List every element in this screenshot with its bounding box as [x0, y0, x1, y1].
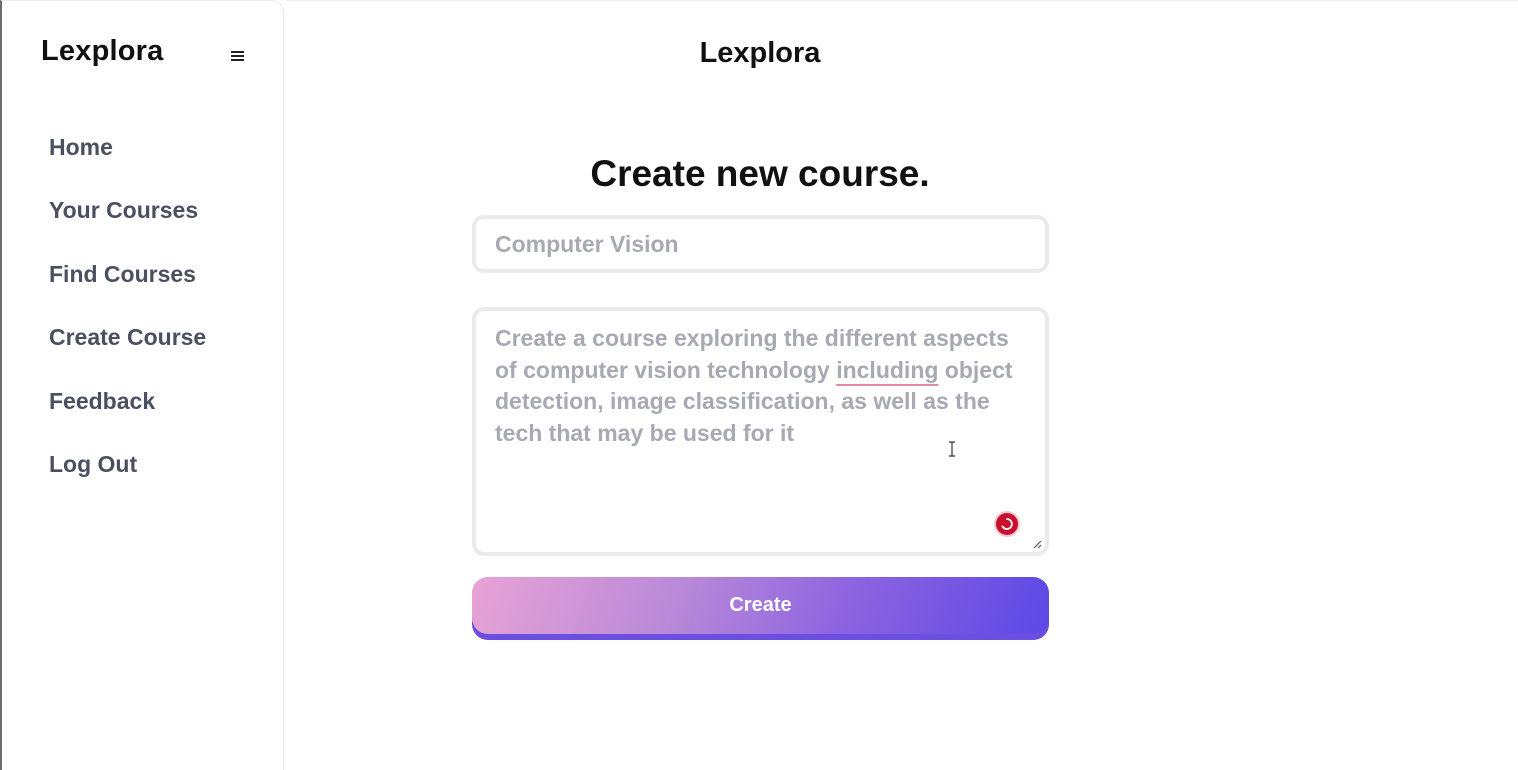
course-description-text: Create a course exploring the different … — [495, 325, 1013, 446]
sidebar-item-find-courses[interactable]: Find Courses — [49, 256, 206, 319]
form-heading: Create new course. — [590, 153, 930, 194]
app-window: Lexplora Home Your Courses Find Courses … — [0, 0, 1518, 770]
page-title: Lexplora — [699, 37, 821, 69]
main-content: Lexplora Create new course. Computer Vis… — [285, 0, 1518, 770]
sidebar-brand: Lexplora — [41, 35, 164, 67]
resize-handle-icon[interactable] — [1032, 539, 1042, 549]
sidebar-item-feedback[interactable]: Feedback — [49, 383, 206, 446]
course-title-placeholder: Computer Vision — [495, 231, 679, 257]
sidebar-item-your-courses[interactable]: Your Courses — [49, 192, 206, 255]
course-description-textarea[interactable]: Create a course exploring the different … — [472, 307, 1049, 556]
sidebar-item-log-out[interactable]: Log Out — [49, 446, 206, 509]
hamburger-icon[interactable] — [228, 45, 248, 67]
sidebar-item-create-course[interactable]: Create Course — [49, 319, 206, 382]
create-button[interactable]: Create — [472, 577, 1049, 640]
course-title-input[interactable]: Computer Vision — [472, 215, 1049, 273]
sidebar-item-home[interactable]: Home — [49, 129, 206, 192]
spellcheck-underlined-word: including — [836, 356, 939, 383]
text-cursor-icon — [949, 441, 955, 457]
sidebar-nav: Home Your Courses Find Courses Create Co… — [49, 129, 206, 509]
sidebar: Lexplora Home Your Courses Find Courses … — [0, 0, 284, 770]
grammar-checker-icon[interactable] — [994, 511, 1020, 537]
